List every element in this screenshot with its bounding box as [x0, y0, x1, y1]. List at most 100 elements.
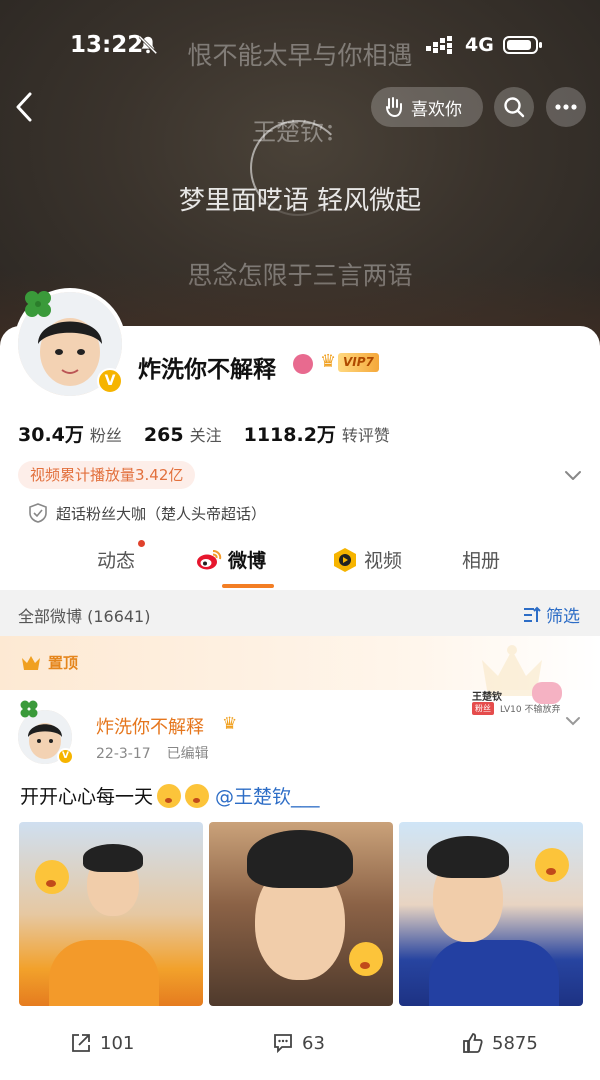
photo-hair: [83, 844, 143, 872]
tab-weibo[interactable]: 微博: [196, 546, 266, 573]
tab-label: 视频: [364, 550, 403, 572]
mention-link[interactable]: @王楚钦___: [215, 782, 320, 809]
network-type: 4G: [465, 34, 494, 56]
new-dot-badge: [138, 540, 145, 547]
verified-badge-icon: V: [57, 748, 74, 765]
photo-shirt: [49, 940, 159, 1006]
lyric-line-current: 梦里面呓语 轻风微起: [178, 186, 422, 216]
post-photo[interactable]: [19, 822, 203, 1006]
pinned-post[interactable]: 置顶 王楚钦 粉丝 LV10 不输放弃 V 炸洗你不解释 ♛ 22-3-17已: [0, 636, 600, 1080]
super-topic-line[interactable]: 超话粉丝大咖（楚人头帝超话）: [28, 500, 266, 526]
stat-label: 粉丝: [89, 426, 122, 445]
kiss-emoji-icon: [157, 783, 182, 808]
like-count: 5875: [492, 1032, 538, 1054]
pinned-label: 置顶: [48, 654, 79, 672]
status-bar: 13:22 4G: [0, 0, 600, 80]
like-you-button[interactable]: 喜欢你: [371, 87, 483, 127]
post-actions: 101 63 5875: [0, 1032, 600, 1062]
back-arrow-icon[interactable]: [10, 88, 40, 126]
stat-value: 265: [143, 424, 184, 446]
search-icon: [504, 97, 525, 118]
more-icon: [555, 104, 577, 110]
post-text: 开开心心每一天 @王楚钦___: [20, 782, 320, 809]
bell-muted-icon: [138, 35, 158, 55]
vip-badge[interactable]: ♛ VIP7: [320, 350, 380, 374]
super-topic-label: 超话粉丝大咖（楚人头帝超话）: [56, 504, 267, 523]
post-photo-grid: [19, 822, 583, 1006]
stat-fans[interactable]: 30.4万 粉丝: [18, 420, 122, 447]
profile-avatar[interactable]: V: [14, 288, 126, 400]
tab-dongtai[interactable]: 动态: [97, 546, 135, 573]
fan-card-tag: 粉丝: [472, 702, 494, 715]
repost-button[interactable]: 101: [70, 1032, 134, 1054]
like-you-label: 喜欢你: [411, 99, 462, 120]
profile-tabs: 动态 微博 视频 相册: [0, 540, 600, 588]
post-menu-chevron-icon[interactable]: [563, 711, 583, 731]
status-time: 13:22: [70, 32, 144, 58]
blow-kiss-emoji-icon: [185, 783, 210, 808]
weibo-logo-icon: [197, 549, 222, 569]
repost-icon: [72, 1034, 90, 1052]
thumbs-up-icon: [463, 1033, 483, 1053]
post-author-avatar[interactable]: V: [18, 698, 76, 765]
tab-video[interactable]: 视频: [332, 546, 402, 573]
stat-following[interactable]: 265 关注: [144, 422, 222, 446]
fan-note: 不输放弃: [524, 705, 561, 715]
heart-hand-icon: [386, 97, 402, 118]
clover-icon: [20, 700, 38, 718]
video-plays-tag[interactable]: 视频累计播放量3.42亿: [18, 461, 196, 489]
feed-header: 全部微博 (16641) 筛选: [0, 590, 600, 636]
stat-value: 1118.2万: [243, 424, 336, 446]
profile-name: 炸洗你不解释: [138, 357, 276, 383]
verified-badge-icon: V: [97, 368, 123, 394]
comment-count: 63: [302, 1032, 325, 1054]
stat-interactions[interactable]: 1118.2万 转评赞: [244, 420, 390, 447]
filter-label: 筛选: [546, 607, 580, 627]
vip-level: VIP7: [338, 353, 379, 372]
photo-hair: [427, 836, 509, 878]
fan-level: LV10: [500, 705, 522, 715]
clover-icon: [25, 291, 51, 317]
video-icon: [334, 547, 356, 572]
kiss-emoji-icon: [35, 860, 69, 894]
post-text-body: 开开心心每一天: [20, 786, 154, 808]
battery-icon: [503, 36, 542, 54]
more-button[interactable]: [546, 87, 586, 127]
post-date: 22-3-17: [96, 746, 151, 762]
like-button[interactable]: 5875: [462, 1032, 538, 1054]
pinned-row: 置顶: [20, 652, 78, 673]
comment-button[interactable]: 63: [272, 1032, 325, 1054]
profile-stats: 30.4万 粉丝 265 关注 1118.2万 转评赞: [18, 420, 412, 450]
stat-value: 30.4万: [18, 424, 84, 446]
filter-icon: [524, 606, 541, 622]
shield-check-icon: [29, 503, 47, 523]
fan-card-decoration: [532, 682, 562, 704]
crown-icon: ♛: [222, 714, 238, 734]
fan-card[interactable]: 王楚钦 粉丝 LV10 不输放弃: [470, 682, 562, 718]
search-button[interactable]: [494, 87, 534, 127]
feed-count[interactable]: 全部微博 (16641): [18, 603, 150, 627]
tab-label: 微博: [228, 550, 267, 572]
stat-label: 关注: [189, 426, 222, 445]
pin-crown-icon: [22, 655, 40, 670]
lyric-line: 思念怎限于三言两语: [187, 261, 413, 290]
post-edited: 已编辑: [166, 746, 209, 762]
photo-shirt: [429, 940, 559, 1006]
photo-hair: [247, 830, 353, 888]
repost-count: 101: [100, 1032, 135, 1054]
active-tab-indicator: [222, 584, 274, 588]
post-photo[interactable]: [399, 822, 583, 1006]
stat-label: 转评赞: [341, 426, 390, 445]
blow-kiss-emoji-icon: [349, 942, 383, 976]
chevron-down-icon[interactable]: [562, 464, 584, 486]
filter-button[interactable]: 筛选: [522, 602, 580, 627]
comment-icon: [274, 1034, 292, 1054]
fan-card-name: 王楚钦: [472, 692, 502, 703]
tab-album[interactable]: 相册: [462, 546, 500, 573]
post-meta: 22-3-17 已编辑: [96, 743, 209, 763]
post-photo[interactable]: [209, 822, 393, 1006]
member-mark-icon[interactable]: [293, 354, 313, 374]
crown-icon: ♛: [320, 351, 337, 372]
post-author-name[interactable]: 炸洗你不解释: [96, 713, 204, 739]
signal-icon: [426, 36, 452, 54]
